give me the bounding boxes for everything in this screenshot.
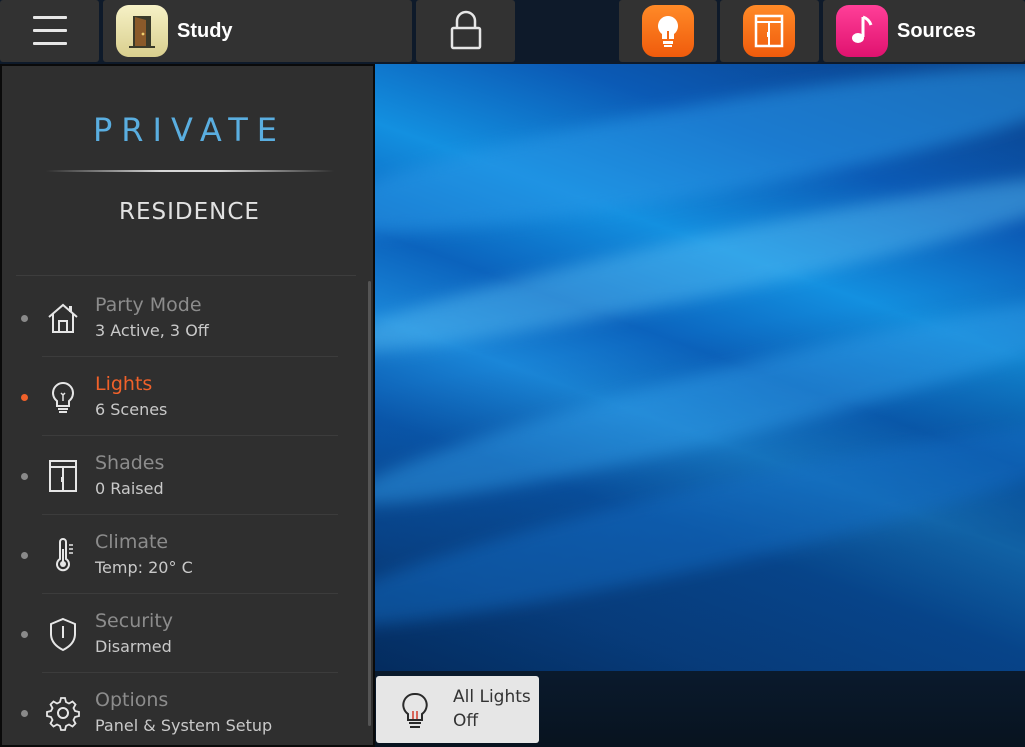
status-dot	[21, 473, 28, 480]
house-icon	[48, 303, 78, 333]
menu-button[interactable]	[0, 0, 99, 62]
sidebar-scrollbar[interactable]	[368, 281, 371, 726]
door-icon	[116, 5, 168, 57]
sidebar-item-climate[interactable]: Climate Temp: 20° C	[2, 515, 362, 594]
sidebar-item-security[interactable]: Security Disarmed	[2, 594, 362, 673]
sidebar-item-title: Shades	[95, 452, 165, 474]
sidebar-item-party-mode[interactable]: Party Mode 3 Active, 3 Off	[2, 278, 362, 357]
all-lights-status: Off	[453, 711, 479, 731]
sidebar-item-subtitle: 0 Raised	[95, 479, 164, 498]
room-selector-button[interactable]: Study	[103, 0, 412, 62]
shades-icon	[743, 5, 795, 57]
all-lights-button[interactable]: All Lights Off	[376, 676, 539, 743]
sidebar-item-options[interactable]: Options Panel & System Setup	[2, 673, 362, 747]
status-dot	[21, 631, 28, 638]
room-name: Study	[177, 20, 233, 42]
shades-icon	[49, 460, 77, 492]
lightbulb-icon	[402, 692, 428, 728]
lock-button[interactable]	[416, 0, 515, 62]
hamburger-menu-icon	[33, 16, 67, 46]
sidebar-item-title: Climate	[95, 531, 169, 553]
sidebar-item-title: Party Mode	[95, 294, 202, 316]
lightbulb-icon	[642, 5, 694, 57]
music-note-icon	[836, 5, 888, 57]
sidebar-item-title: Security	[95, 610, 174, 632]
sidebar-divider	[16, 275, 356, 276]
sources-button[interactable]: Sources	[823, 0, 1025, 62]
top-bar: Study Sources	[0, 0, 1025, 64]
sidebar-item-subtitle: Panel & System Setup	[95, 716, 273, 735]
sidebar-item-shades[interactable]: Shades 0 Raised	[2, 436, 362, 515]
sidebar-item-title: Options	[95, 689, 169, 711]
sidebar-item-subtitle: Disarmed	[95, 637, 172, 656]
lights-shortcut-button[interactable]	[619, 0, 717, 62]
sidebar-item-title: Lights	[95, 373, 153, 395]
shades-shortcut-button[interactable]	[720, 0, 819, 62]
sidebar-item-lights[interactable]: Lights 6 Scenes	[2, 357, 362, 436]
background-wallpaper	[375, 64, 1025, 671]
thermometer-icon	[56, 538, 73, 572]
lightbulb-icon	[52, 381, 74, 413]
status-dot	[21, 315, 28, 322]
sidebar-item-subtitle: 3 Active, 3 Off	[95, 321, 209, 340]
status-dot	[21, 710, 28, 717]
bottom-dock: All Lights Off	[375, 671, 1025, 747]
shield-icon	[50, 617, 76, 652]
brand-title: PRIVATE	[93, 111, 286, 149]
sidebar: PRIVATE RESIDENCE Party Mode 3 Active, 3…	[0, 64, 375, 747]
brand-subtitle: RESIDENCE	[119, 199, 260, 225]
sidebar-item-subtitle: Temp: 20° C	[95, 558, 193, 577]
active-indicator-dot	[21, 394, 28, 401]
padlock-icon	[450, 10, 482, 50]
brand-divider	[46, 170, 334, 172]
gear-icon	[46, 697, 80, 731]
sources-label: Sources	[897, 20, 976, 42]
all-lights-title: All Lights	[453, 687, 531, 707]
status-dot	[21, 552, 28, 559]
sidebar-item-subtitle: 6 Scenes	[95, 400, 168, 419]
